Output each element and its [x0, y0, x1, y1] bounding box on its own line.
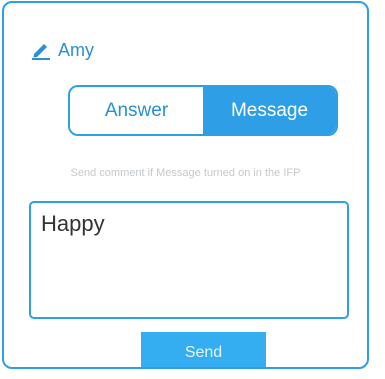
user-name: Amy [58, 40, 94, 60]
hint-text: Send comment if Message turned on in the… [70, 167, 301, 179]
message-input[interactable]: Happy [29, 201, 349, 319]
edit-icon[interactable] [30, 39, 52, 61]
message-panel: Amy Answer Message Send comment if Messa… [2, 1, 369, 369]
user-row: Amy [30, 39, 94, 61]
tab-answer[interactable]: Answer [70, 87, 203, 134]
send-button[interactable]: Send [141, 332, 266, 367]
mode-toggle: Answer Message [68, 85, 338, 136]
tab-message[interactable]: Message [203, 87, 336, 134]
